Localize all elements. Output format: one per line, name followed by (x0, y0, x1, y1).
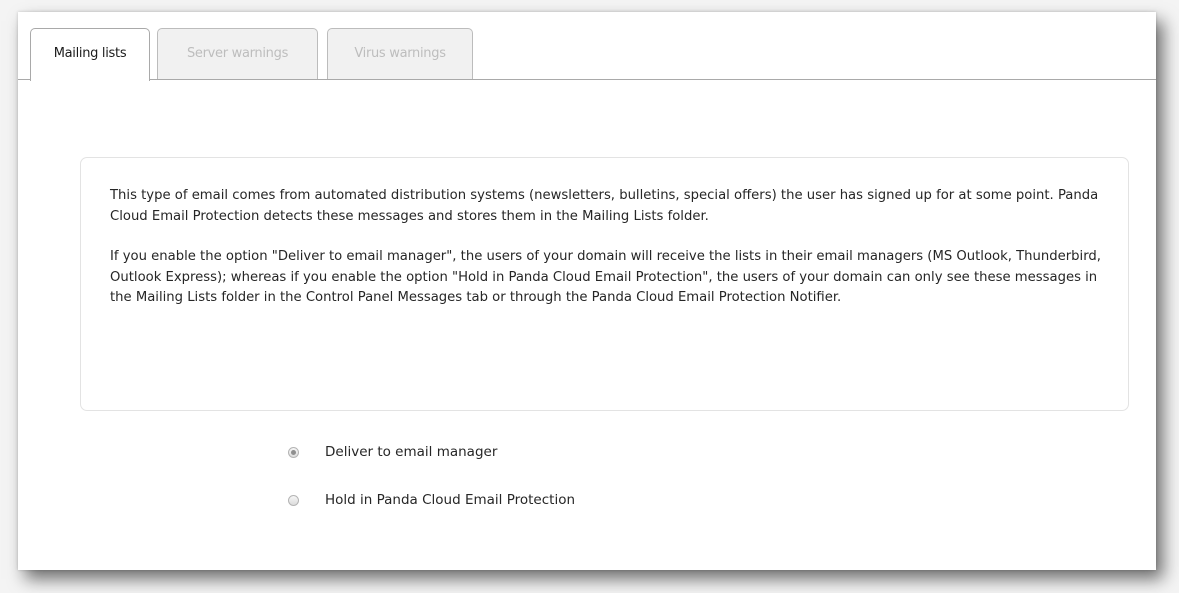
description-paragraph-1: This type of email comes from automated … (110, 188, 1099, 224)
tab-mailing-lists[interactable]: Mailing lists (30, 28, 150, 81)
tab-server-warnings[interactable]: Server warnings (157, 28, 318, 79)
option-deliver-to-email-manager[interactable]: Deliver to email manager (288, 440, 575, 464)
settings-panel: Mailing lists Server warnings Virus warn… (18, 12, 1156, 570)
option-label-deliver: Deliver to email manager (325, 444, 498, 460)
radio-deliver-to-email-manager[interactable] (288, 446, 299, 458)
option-label-hold: Hold in Panda Cloud Email Protection (325, 492, 576, 508)
description-paragraph-2: If you enable the option "Deliver to ema… (110, 249, 1101, 305)
radio-hold-in-panda[interactable] (288, 494, 299, 506)
description-box: This type of email comes from automated … (80, 157, 1129, 411)
option-hold-in-panda[interactable]: Hold in Panda Cloud Email Protection (288, 488, 575, 512)
tab-virus-warnings[interactable]: Virus warnings (327, 28, 473, 79)
delivery-options: Deliver to email manager Hold in Panda C… (288, 440, 575, 536)
tab-bar-divider (18, 79, 1156, 80)
tab-bar: Mailing lists Server warnings Virus warn… (18, 12, 1156, 81)
